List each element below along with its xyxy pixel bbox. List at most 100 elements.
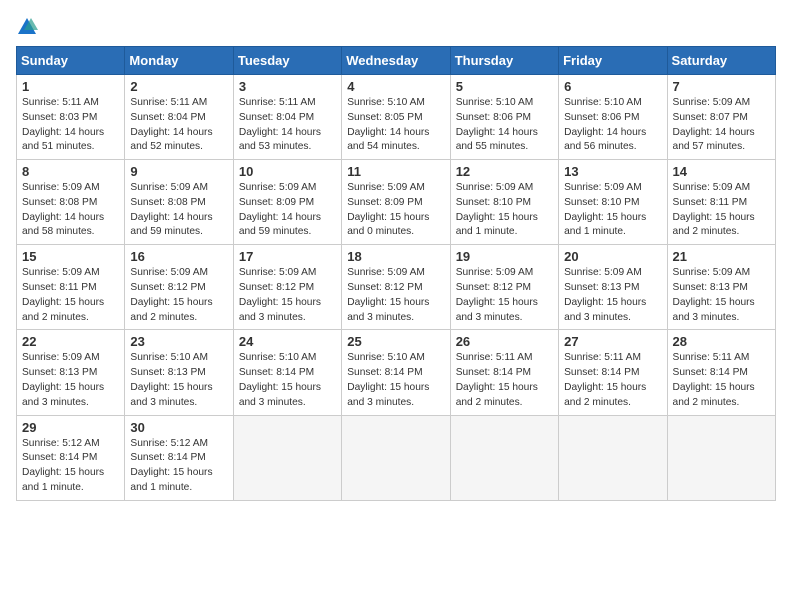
calendar-day-cell: 2 Sunrise: 5:11 AM Sunset: 8:04 PM Dayli… bbox=[125, 75, 233, 160]
day-info: Sunrise: 5:10 AM Sunset: 8:06 PM Dayligh… bbox=[564, 96, 661, 155]
calendar-day-cell: 11 Sunrise: 5:09 AM Sunset: 8:09 PM Dayl… bbox=[342, 160, 450, 245]
weekday-header-wednesday: Wednesday bbox=[342, 47, 450, 75]
day-info: Sunrise: 5:09 AM Sunset: 8:12 PM Dayligh… bbox=[456, 266, 553, 325]
day-number: 30 bbox=[130, 420, 227, 435]
day-info: Sunrise: 5:12 AM Sunset: 8:14 PM Dayligh… bbox=[22, 437, 119, 496]
day-number: 19 bbox=[456, 249, 553, 264]
day-number: 25 bbox=[347, 334, 444, 349]
day-number: 9 bbox=[130, 164, 227, 179]
day-number: 28 bbox=[673, 334, 770, 349]
calendar-day-cell: 14 Sunrise: 5:09 AM Sunset: 8:11 PM Dayl… bbox=[667, 160, 775, 245]
day-info: Sunrise: 5:09 AM Sunset: 8:13 PM Dayligh… bbox=[673, 266, 770, 325]
day-info: Sunrise: 5:11 AM Sunset: 8:03 PM Dayligh… bbox=[22, 96, 119, 155]
day-number: 20 bbox=[564, 249, 661, 264]
calendar-day-cell: 1 Sunrise: 5:11 AM Sunset: 8:03 PM Dayli… bbox=[17, 75, 125, 160]
day-number: 24 bbox=[239, 334, 336, 349]
calendar-day-cell: 10 Sunrise: 5:09 AM Sunset: 8:09 PM Dayl… bbox=[233, 160, 341, 245]
day-number: 27 bbox=[564, 334, 661, 349]
calendar-week-row: 1 Sunrise: 5:11 AM Sunset: 8:03 PM Dayli… bbox=[17, 75, 776, 160]
calendar-day-cell: 18 Sunrise: 5:09 AM Sunset: 8:12 PM Dayl… bbox=[342, 245, 450, 330]
day-number: 21 bbox=[673, 249, 770, 264]
day-number: 8 bbox=[22, 164, 119, 179]
calendar-day-cell: 27 Sunrise: 5:11 AM Sunset: 8:14 PM Dayl… bbox=[559, 330, 667, 415]
day-info: Sunrise: 5:09 AM Sunset: 8:11 PM Dayligh… bbox=[22, 266, 119, 325]
calendar-day-cell: 6 Sunrise: 5:10 AM Sunset: 8:06 PM Dayli… bbox=[559, 75, 667, 160]
day-info: Sunrise: 5:10 AM Sunset: 8:14 PM Dayligh… bbox=[239, 351, 336, 410]
day-info: Sunrise: 5:09 AM Sunset: 8:12 PM Dayligh… bbox=[347, 266, 444, 325]
day-info: Sunrise: 5:11 AM Sunset: 8:14 PM Dayligh… bbox=[456, 351, 553, 410]
calendar-day-cell: 24 Sunrise: 5:10 AM Sunset: 8:14 PM Dayl… bbox=[233, 330, 341, 415]
day-info: Sunrise: 5:10 AM Sunset: 8:05 PM Dayligh… bbox=[347, 96, 444, 155]
logo-icon bbox=[16, 16, 38, 38]
day-info: Sunrise: 5:09 AM Sunset: 8:10 PM Dayligh… bbox=[456, 181, 553, 240]
calendar-day-cell: 8 Sunrise: 5:09 AM Sunset: 8:08 PM Dayli… bbox=[17, 160, 125, 245]
calendar-day-cell: 17 Sunrise: 5:09 AM Sunset: 8:12 PM Dayl… bbox=[233, 245, 341, 330]
day-number: 5 bbox=[456, 79, 553, 94]
calendar-day-cell: 23 Sunrise: 5:10 AM Sunset: 8:13 PM Dayl… bbox=[125, 330, 233, 415]
day-info: Sunrise: 5:11 AM Sunset: 8:04 PM Dayligh… bbox=[239, 96, 336, 155]
calendar-day-cell: 28 Sunrise: 5:11 AM Sunset: 8:14 PM Dayl… bbox=[667, 330, 775, 415]
day-info: Sunrise: 5:09 AM Sunset: 8:10 PM Dayligh… bbox=[564, 181, 661, 240]
weekday-header-monday: Monday bbox=[125, 47, 233, 75]
day-number: 17 bbox=[239, 249, 336, 264]
calendar-day-cell: 30 Sunrise: 5:12 AM Sunset: 8:14 PM Dayl… bbox=[125, 415, 233, 500]
calendar-table: SundayMondayTuesdayWednesdayThursdayFrid… bbox=[16, 46, 776, 501]
day-info: Sunrise: 5:09 AM Sunset: 8:12 PM Dayligh… bbox=[239, 266, 336, 325]
calendar-day-cell: 12 Sunrise: 5:09 AM Sunset: 8:10 PM Dayl… bbox=[450, 160, 558, 245]
calendar-day-cell: 21 Sunrise: 5:09 AM Sunset: 8:13 PM Dayl… bbox=[667, 245, 775, 330]
day-number: 4 bbox=[347, 79, 444, 94]
day-number: 16 bbox=[130, 249, 227, 264]
calendar-day-cell: 20 Sunrise: 5:09 AM Sunset: 8:13 PM Dayl… bbox=[559, 245, 667, 330]
day-info: Sunrise: 5:09 AM Sunset: 8:13 PM Dayligh… bbox=[564, 266, 661, 325]
day-number: 23 bbox=[130, 334, 227, 349]
day-info: Sunrise: 5:09 AM Sunset: 8:08 PM Dayligh… bbox=[130, 181, 227, 240]
calendar-day-cell: 4 Sunrise: 5:10 AM Sunset: 8:05 PM Dayli… bbox=[342, 75, 450, 160]
calendar-week-row: 8 Sunrise: 5:09 AM Sunset: 8:08 PM Dayli… bbox=[17, 160, 776, 245]
calendar-day-cell: 19 Sunrise: 5:09 AM Sunset: 8:12 PM Dayl… bbox=[450, 245, 558, 330]
day-info: Sunrise: 5:09 AM Sunset: 8:11 PM Dayligh… bbox=[673, 181, 770, 240]
day-info: Sunrise: 5:09 AM Sunset: 8:13 PM Dayligh… bbox=[22, 351, 119, 410]
day-info: Sunrise: 5:12 AM Sunset: 8:14 PM Dayligh… bbox=[130, 437, 227, 496]
weekday-header-friday: Friday bbox=[559, 47, 667, 75]
page-header bbox=[16, 16, 776, 38]
day-info: Sunrise: 5:09 AM Sunset: 8:12 PM Dayligh… bbox=[130, 266, 227, 325]
day-number: 1 bbox=[22, 79, 119, 94]
day-number: 6 bbox=[564, 79, 661, 94]
weekday-header-tuesday: Tuesday bbox=[233, 47, 341, 75]
calendar-day-cell bbox=[233, 415, 341, 500]
day-number: 15 bbox=[22, 249, 119, 264]
calendar-day-cell: 3 Sunrise: 5:11 AM Sunset: 8:04 PM Dayli… bbox=[233, 75, 341, 160]
day-number: 26 bbox=[456, 334, 553, 349]
day-info: Sunrise: 5:10 AM Sunset: 8:06 PM Dayligh… bbox=[456, 96, 553, 155]
calendar-day-cell bbox=[342, 415, 450, 500]
day-number: 14 bbox=[673, 164, 770, 179]
calendar-day-cell bbox=[667, 415, 775, 500]
calendar-day-cell: 25 Sunrise: 5:10 AM Sunset: 8:14 PM Dayl… bbox=[342, 330, 450, 415]
logo bbox=[16, 16, 42, 38]
weekday-header-thursday: Thursday bbox=[450, 47, 558, 75]
day-number: 29 bbox=[22, 420, 119, 435]
day-number: 13 bbox=[564, 164, 661, 179]
weekday-header-row: SundayMondayTuesdayWednesdayThursdayFrid… bbox=[17, 47, 776, 75]
day-info: Sunrise: 5:09 AM Sunset: 8:09 PM Dayligh… bbox=[347, 181, 444, 240]
day-info: Sunrise: 5:09 AM Sunset: 8:08 PM Dayligh… bbox=[22, 181, 119, 240]
calendar-day-cell: 13 Sunrise: 5:09 AM Sunset: 8:10 PM Dayl… bbox=[559, 160, 667, 245]
weekday-header-sunday: Sunday bbox=[17, 47, 125, 75]
day-info: Sunrise: 5:09 AM Sunset: 8:07 PM Dayligh… bbox=[673, 96, 770, 155]
calendar-day-cell: 5 Sunrise: 5:10 AM Sunset: 8:06 PM Dayli… bbox=[450, 75, 558, 160]
calendar-week-row: 29 Sunrise: 5:12 AM Sunset: 8:14 PM Dayl… bbox=[17, 415, 776, 500]
calendar-day-cell: 15 Sunrise: 5:09 AM Sunset: 8:11 PM Dayl… bbox=[17, 245, 125, 330]
day-number: 11 bbox=[347, 164, 444, 179]
day-number: 10 bbox=[239, 164, 336, 179]
calendar-day-cell: 7 Sunrise: 5:09 AM Sunset: 8:07 PM Dayli… bbox=[667, 75, 775, 160]
day-number: 18 bbox=[347, 249, 444, 264]
day-info: Sunrise: 5:09 AM Sunset: 8:09 PM Dayligh… bbox=[239, 181, 336, 240]
day-number: 7 bbox=[673, 79, 770, 94]
calendar-day-cell bbox=[450, 415, 558, 500]
day-info: Sunrise: 5:11 AM Sunset: 8:14 PM Dayligh… bbox=[673, 351, 770, 410]
day-number: 22 bbox=[22, 334, 119, 349]
calendar-day-cell bbox=[559, 415, 667, 500]
day-number: 3 bbox=[239, 79, 336, 94]
day-number: 2 bbox=[130, 79, 227, 94]
day-number: 12 bbox=[456, 164, 553, 179]
